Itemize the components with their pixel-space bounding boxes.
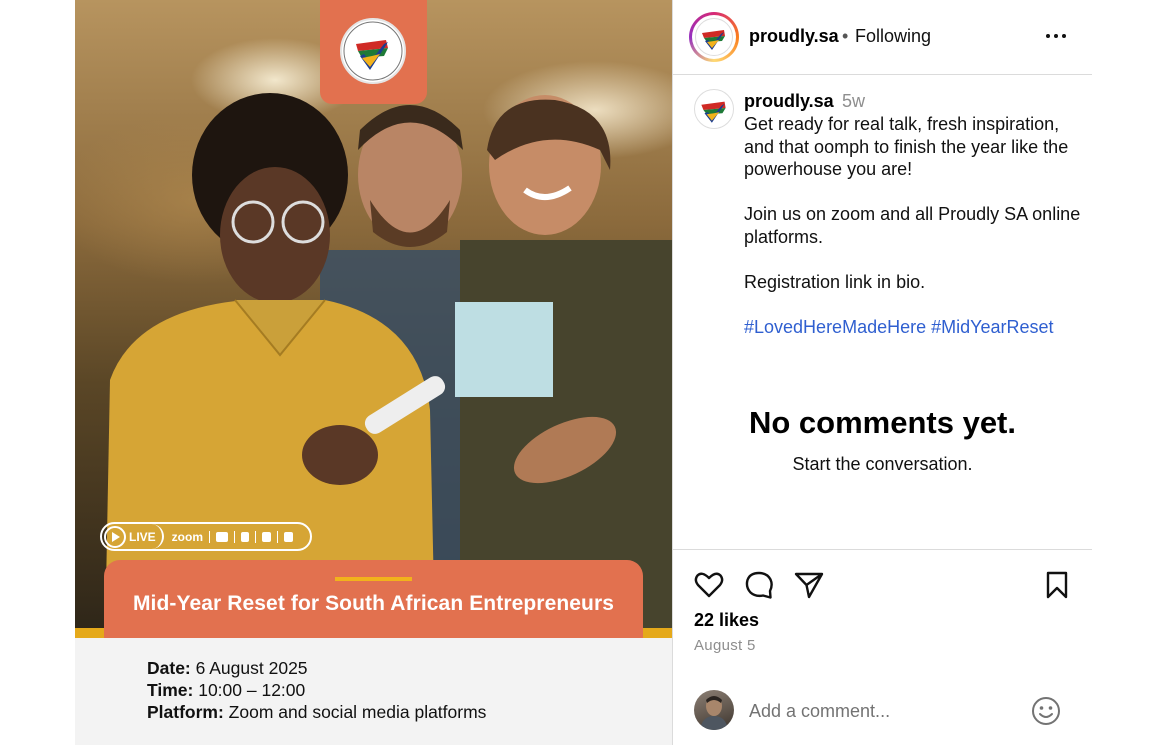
event-details: Date: 6 August 2025 Time: 10:00 – 12:00 … <box>75 638 672 745</box>
story-ring-avatar[interactable] <box>689 12 739 62</box>
divider <box>255 530 257 543</box>
current-user-avatar[interactable] <box>694 690 734 730</box>
zoom-label: zoom <box>171 529 204 544</box>
caption-timestamp[interactable]: 5w <box>842 91 865 112</box>
likes-count[interactable]: 22 likes <box>694 610 759 631</box>
post-header: proudly.sa • Following <box>673 0 1092 75</box>
caption-paragraph: Registration link in bio. <box>744 271 926 292</box>
instagram-post-view: LIVE zoom Mid-Year Reset for South Afric… <box>0 0 1166 745</box>
comment-icon[interactable] <box>743 569 775 601</box>
facebook-icon <box>262 531 272 542</box>
linkedin-icon <box>241 531 250 542</box>
caption-username[interactable]: proudly.sa <box>744 91 834 112</box>
profile-avatar <box>695 18 733 56</box>
youtube-icon <box>216 531 229 542</box>
platform-icons: zoom <box>164 529 294 544</box>
event-date-row: Date: 6 August 2025 <box>147 658 308 678</box>
no-comments-subtitle: Start the conversation. <box>792 454 973 474</box>
proudly-sa-logo <box>340 18 406 84</box>
bookmark-icon[interactable] <box>1041 569 1073 601</box>
caption-text: Get ready for real talk, fresh inspirati… <box>744 113 1084 361</box>
header-username[interactable]: proudly.sa <box>749 26 839 47</box>
caption-hashtags: #LovedHereMadeHere #MidYearReset <box>744 316 1084 339</box>
header-separator: • <box>842 26 849 46</box>
post-actions: 22 likes August 5 <box>673 549 1092 745</box>
caption-paragraph: Get ready for real talk, fresh inspirati… <box>744 114 1069 179</box>
play-icon <box>104 525 126 548</box>
share-icon[interactable] <box>793 569 825 601</box>
post-caption: proudly.sa 5w Get ready for real talk, f… <box>673 76 1092 549</box>
hashtag-link[interactable]: #MidYearReset <box>931 317 1053 337</box>
live-platforms-bar: LIVE zoom <box>100 522 312 551</box>
divider <box>277 530 279 543</box>
event-time-row: Time: 10:00 – 12:00 <box>147 680 306 700</box>
x-icon <box>284 531 294 542</box>
divider <box>234 530 236 543</box>
banner-accent-line <box>335 577 412 581</box>
post-image[interactable]: LIVE zoom Mid-Year Reset for South Afric… <box>75 0 672 745</box>
comment-composer <box>673 682 1092 746</box>
live-label: LIVE <box>129 529 156 544</box>
emoji-icon[interactable] <box>1031 696 1061 726</box>
no-comments-title: No comments yet. <box>748 405 1016 440</box>
post-date[interactable]: August 5 <box>694 637 756 654</box>
divider <box>209 530 211 543</box>
caption-paragraph: Join us on zoom and all Proudly SA onlin… <box>744 204 1081 247</box>
live-badge: LIVE <box>102 524 164 549</box>
hashtag-link[interactable]: #LovedHereMadeHere <box>744 317 926 337</box>
event-title-banner: Mid-Year Reset for South African Entrepr… <box>104 560 643 638</box>
event-title: Mid-Year Reset for South African Entrepr… <box>132 592 615 615</box>
more-horizontal-icon[interactable] <box>1046 34 1066 38</box>
comment-input[interactable] <box>749 698 1019 724</box>
heart-icon[interactable] <box>693 569 725 601</box>
post-side-panel: proudly.sa • Following proudly.sa 5w Get… <box>672 0 1092 745</box>
following-button[interactable]: Following <box>855 26 931 47</box>
event-platform-row: Platform: Zoom and social media platform… <box>147 702 487 722</box>
caption-avatar[interactable] <box>694 89 734 129</box>
brand-logo-tab <box>320 0 427 104</box>
